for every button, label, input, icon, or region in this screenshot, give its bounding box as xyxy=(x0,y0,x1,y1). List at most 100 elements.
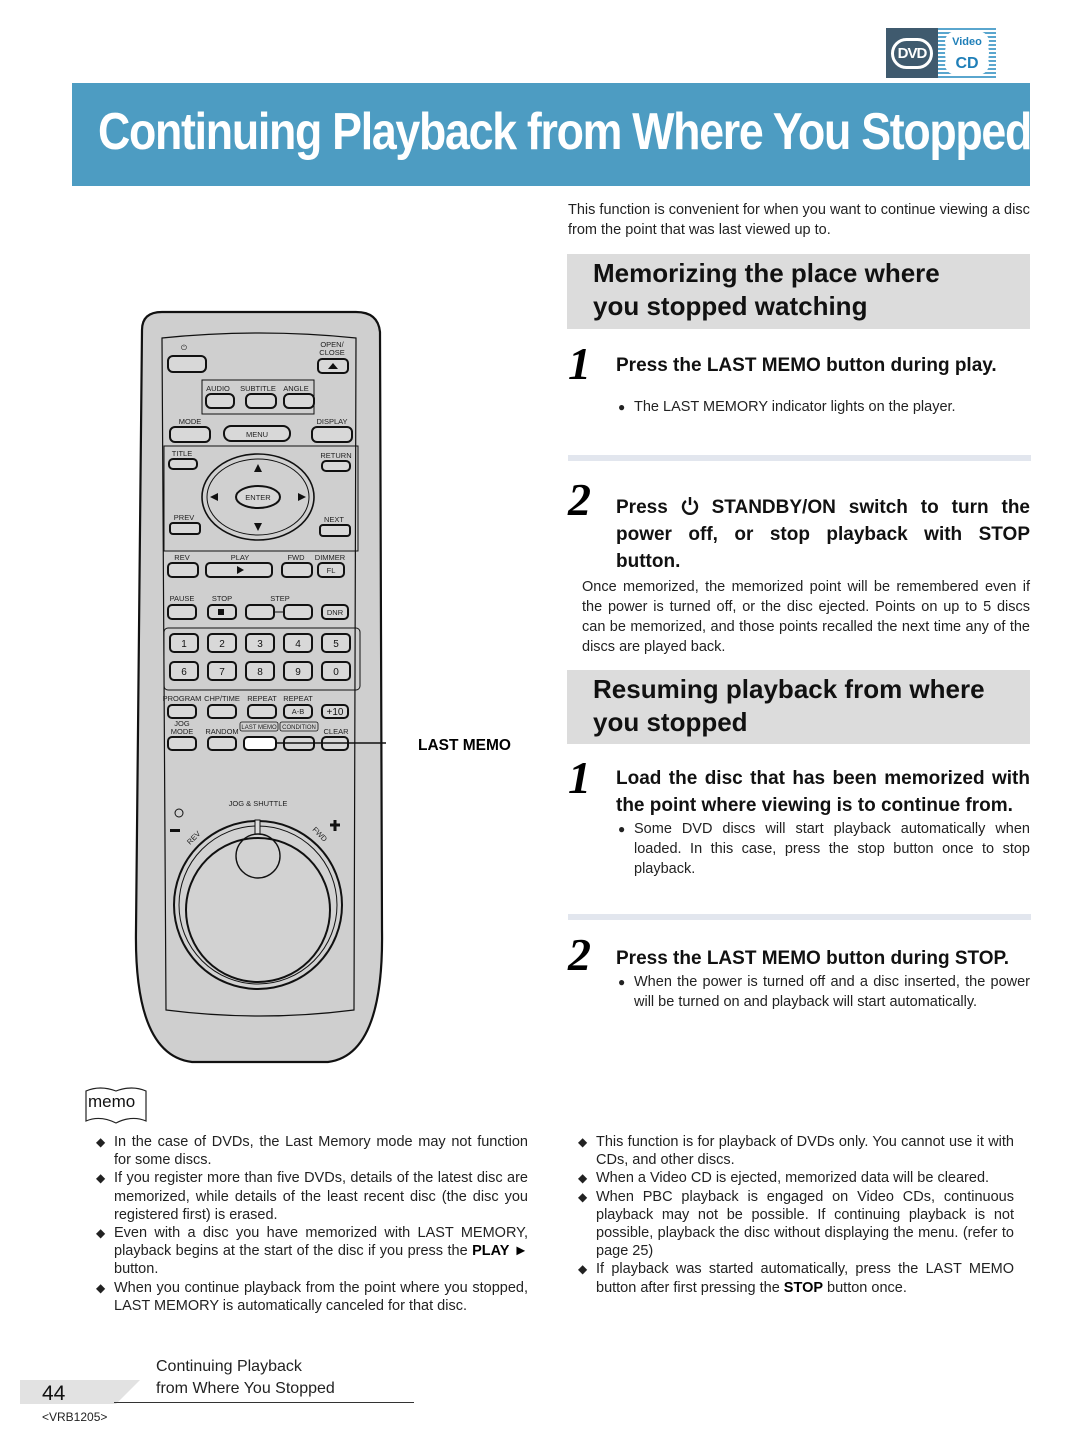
digit-label: 5 xyxy=(333,639,339,650)
step-memorize-2: 2 Press STANDBY/ON switch to turn the po… xyxy=(568,474,1030,657)
svg-text:MENU: MENU xyxy=(246,430,268,439)
svg-text:A-B: A-B xyxy=(292,707,305,716)
svg-text:REPEAT: REPEAT xyxy=(247,694,277,703)
svg-text:CLOSE: CLOSE xyxy=(319,348,344,357)
fwd-button[interactable] xyxy=(281,562,313,578)
svg-text:RETURN: RETURN xyxy=(320,451,351,460)
svg-text:CHP/TIME: CHP/TIME xyxy=(204,694,240,703)
step-note: When the power is turned off and a disc … xyxy=(618,972,1030,1012)
svg-text:PROGRAM: PROGRAM xyxy=(163,694,202,703)
digit-label: 8 xyxy=(257,667,263,678)
svg-text:LAST MEMO: LAST MEMO xyxy=(241,725,277,731)
svg-text:+10: +10 xyxy=(327,707,344,718)
svg-text:ENTER: ENTER xyxy=(245,493,271,502)
page-title: Continuing Playback from Where You Stopp… xyxy=(98,103,1032,161)
svg-text:TITLE: TITLE xyxy=(172,449,192,458)
divider xyxy=(568,914,1031,920)
memo-note: In the case of DVDs, the Last Memory mod… xyxy=(94,1133,528,1169)
divider xyxy=(568,455,1031,461)
angle-button[interactable] xyxy=(283,393,315,409)
svg-text:CLEAR: CLEAR xyxy=(323,727,349,736)
memo-label: memo xyxy=(88,1092,136,1111)
digit-label: 3 xyxy=(257,639,263,650)
memo-notes-right: This function is for playback of DVDs on… xyxy=(576,1133,1014,1297)
format-logo: DVD Video CD xyxy=(886,28,1006,78)
video-cd-logo-icon: Video CD xyxy=(938,28,996,78)
page-number: 44 xyxy=(42,1382,66,1405)
svg-text:ANGLE: ANGLE xyxy=(283,384,308,393)
title-banner: Continuing Playback from Where You Stopp… xyxy=(72,83,1032,186)
svg-text:PAUSE: PAUSE xyxy=(170,594,195,603)
return-button[interactable] xyxy=(321,460,351,472)
step-resume-1: 1 Load the disc that has been memorized … xyxy=(568,752,1030,879)
svg-text:REV: REV xyxy=(174,553,189,562)
memo-note: When you continue playback from the poin… xyxy=(94,1279,528,1315)
document-code: <VRB1205> xyxy=(42,1410,108,1424)
svg-text:DNR: DNR xyxy=(327,608,344,617)
svg-text:AUDIO: AUDIO xyxy=(206,384,230,393)
digit-label: 4 xyxy=(295,639,301,650)
digit-label: 9 xyxy=(295,667,301,678)
step-title: Press the LAST MEMO button during STOP. xyxy=(616,948,1010,969)
step-title: Load the disc that has been memorized wi… xyxy=(616,768,1030,816)
audio-button[interactable] xyxy=(205,393,235,409)
svg-text:STEP: STEP xyxy=(270,594,290,603)
jog-mode-button[interactable] xyxy=(167,736,197,751)
footer-tab xyxy=(20,1380,140,1404)
memo-note: If playback was started automatically, p… xyxy=(576,1260,1014,1296)
digit-label: 6 xyxy=(181,667,187,678)
repeat-button[interactable] xyxy=(247,704,277,719)
chp-time-button[interactable] xyxy=(207,704,237,719)
step-note: The LAST MEMORY indicator lights on the … xyxy=(618,397,1030,417)
svg-text:MODE: MODE xyxy=(171,727,194,736)
minus-icon xyxy=(170,829,180,832)
svg-text:PLAY: PLAY xyxy=(231,553,250,562)
jog-dial[interactable] xyxy=(185,837,331,983)
step-number: 1 xyxy=(568,338,591,389)
next-button[interactable] xyxy=(319,524,351,537)
memo-note: When a Video CD is ejected, memorized da… xyxy=(576,1169,1014,1187)
memo-note: This function is for playback of DVDs on… xyxy=(576,1133,1014,1169)
memo-note: When PBC playback is engaged on Video CD… xyxy=(576,1188,1014,1261)
svg-text:FWD: FWD xyxy=(287,553,305,562)
power-button[interactable] xyxy=(167,355,207,373)
memo-note: If you register more than five DVDs, det… xyxy=(94,1169,528,1224)
section-heading-memorizing: Memorizing the place where you stopped w… xyxy=(567,254,1030,329)
svg-text:NEXT: NEXT xyxy=(324,515,344,524)
title-button[interactable] xyxy=(168,458,198,470)
rev-button[interactable] xyxy=(167,562,199,578)
svg-text:CONDITION: CONDITION xyxy=(282,725,316,731)
last-memo-callout: LAST MEMO xyxy=(418,737,511,754)
step-number: 1 xyxy=(568,752,591,803)
step-memorize-1: 1 Press the LAST MEMO button during play… xyxy=(568,338,1030,418)
step-title: Press the LAST MEMO button during play. xyxy=(616,355,997,376)
section-heading-resuming: Resuming playback from where you stopped xyxy=(567,670,1030,744)
step-note: Some DVD discs will start playback autom… xyxy=(618,819,1030,879)
step-number: 2 xyxy=(568,929,591,980)
pause-button[interactable] xyxy=(167,604,197,620)
subtitle-button[interactable] xyxy=(245,393,277,409)
svg-text:FL: FL xyxy=(327,566,336,575)
last-memo-button[interactable] xyxy=(243,736,277,751)
step-number: 2 xyxy=(568,474,591,525)
random-button[interactable] xyxy=(207,736,237,751)
step-forward-button[interactable] xyxy=(283,604,313,620)
intro-text: This function is convenient for when you… xyxy=(568,202,1030,238)
memo-notes-left: In the case of DVDs, the Last Memory mod… xyxy=(94,1133,528,1315)
display-button[interactable] xyxy=(311,426,353,443)
step-title: Press STANDBY/ON switch to turn the powe… xyxy=(616,497,1030,572)
remote-control-illustration: .rb { fill:#d8d8d8; stroke:#111; stroke-… xyxy=(132,310,414,1065)
prev-button[interactable] xyxy=(169,522,201,535)
svg-text:DISPLAY: DISPLAY xyxy=(316,417,347,426)
digit-label: 7 xyxy=(219,667,225,678)
svg-text:STOP: STOP xyxy=(212,594,232,603)
footer-rule xyxy=(114,1402,414,1403)
memo-note: Even with a disc you have memorized with… xyxy=(94,1224,528,1279)
svg-text:PREV: PREV xyxy=(174,513,194,522)
step-back-button[interactable] xyxy=(245,604,275,620)
digit-label: 1 xyxy=(181,639,187,650)
program-button[interactable] xyxy=(167,704,197,719)
svg-text:SUBTITLE: SUBTITLE xyxy=(240,384,276,393)
mode-button[interactable] xyxy=(169,426,211,443)
svg-text:DIMMER: DIMMER xyxy=(315,553,346,562)
